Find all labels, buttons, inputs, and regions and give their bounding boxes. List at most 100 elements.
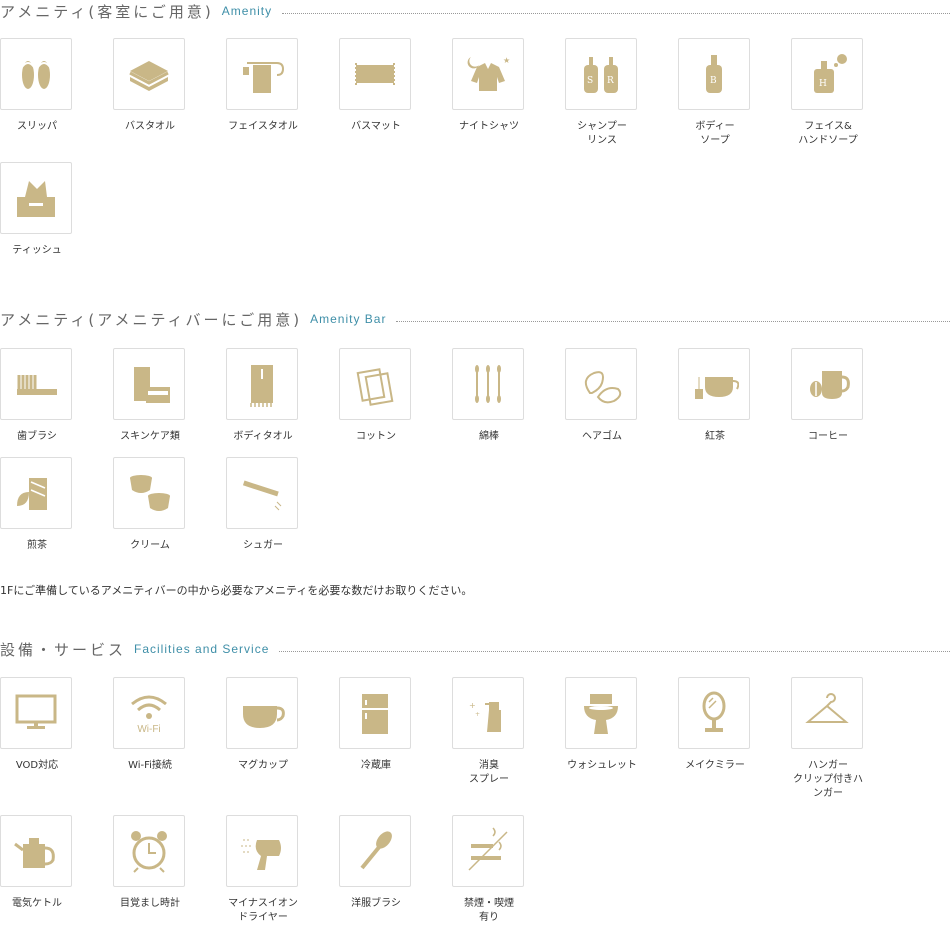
- amenity-item: スキンケア類: [113, 348, 226, 444]
- icon-box: ★: [452, 38, 524, 110]
- amenity-item: 洋服ブラシ: [339, 815, 452, 911]
- svg-text:S: S: [587, 76, 593, 86]
- item-label: ボディー ソープ: [695, 121, 735, 146]
- section-title-jp: 設備・サービス: [0, 640, 127, 659]
- icon-box: [113, 348, 185, 420]
- clothes-brush-icon: [360, 831, 392, 870]
- amenity-item: シュガー: [226, 457, 339, 553]
- item-label: 消臭 スプレー: [469, 760, 509, 785]
- amenity-item: ティッシュ: [0, 162, 113, 258]
- icon-box: [452, 348, 524, 420]
- amenity-item: メイクミラー: [678, 677, 791, 773]
- night-shirt-icon: ★: [467, 56, 510, 91]
- icon-box: [0, 815, 72, 887]
- item-label: フェイス& ハンドソープ: [798, 121, 858, 146]
- item-label: Wi-Fi接続: [128, 760, 172, 771]
- item-label: シャンプー リンス: [577, 121, 627, 146]
- svg-text:B: B: [710, 76, 717, 86]
- amenity-item: コットン: [339, 348, 452, 444]
- amenity-item: ハンガー クリップ付きハ ンガー: [791, 677, 904, 801]
- green-tea-icon: [17, 478, 47, 510]
- amenity-item: 冷蔵庫: [339, 677, 452, 773]
- section-title-en: Amenity Bar: [310, 312, 387, 326]
- item-label: 綿棒: [479, 431, 499, 442]
- section-title-en: Amenity: [221, 4, 273, 18]
- cotton-swab-icon: [475, 365, 501, 403]
- amenity-item: ウォシュレット: [565, 677, 678, 773]
- item-label: スキンケア類: [120, 431, 180, 442]
- item-label: VOD対応: [15, 760, 59, 771]
- hanger-icon: [805, 693, 849, 723]
- body-soap-icon: B: [706, 55, 722, 93]
- amenity-item: マイナスイオン ドライヤー: [226, 815, 339, 925]
- amenity-item: VOD対応: [0, 677, 113, 773]
- amenity-item: 電気ケトル: [0, 815, 113, 911]
- amenity-item: 目覚まし時計: [113, 815, 226, 911]
- icon-box: H: [791, 38, 863, 110]
- svg-text:R: R: [607, 76, 614, 86]
- item-label: 目覚まし時計: [120, 898, 180, 909]
- amenity-item: マグカップ: [226, 677, 339, 773]
- bath-towel-icon: [129, 61, 169, 91]
- mirror-icon: [702, 691, 726, 732]
- section-title-jp: アメニティ(アメニティバーにご用意): [0, 310, 303, 329]
- wifi-icon: Wi-Fi: [131, 695, 167, 735]
- icon-box: [113, 815, 185, 887]
- icon-box: [113, 457, 185, 529]
- shampoo-rinse-icon: SR: [584, 57, 618, 93]
- item-label: スリッパ: [17, 121, 57, 132]
- amenity-bar-note: 1Fにご準備しているアメニティバーの中から必要なアメニティを必要な数だけお取りく…: [0, 584, 473, 597]
- amenity-item: Wi-Fi Wi-Fi接続: [113, 677, 226, 773]
- icon-box: [0, 162, 72, 234]
- icon-box: [0, 348, 72, 420]
- item-label: マイナスイオン ドライヤー: [228, 898, 298, 923]
- body-towel-icon: [250, 365, 273, 407]
- amenity-item: ボディタオル: [226, 348, 339, 444]
- icon-box: SR: [565, 38, 637, 110]
- icon-box: [339, 348, 411, 420]
- item-label: ヘアゴム: [582, 431, 622, 442]
- svg-text:+: +: [469, 701, 476, 710]
- divider: [396, 320, 950, 322]
- icon-box: [565, 348, 637, 420]
- item-label: マグカップ: [238, 760, 288, 771]
- kettle-icon: [14, 838, 55, 868]
- skincare-icon: [134, 367, 170, 403]
- icon-box: [791, 677, 863, 749]
- icon-box: + +: [452, 677, 524, 749]
- icon-box: [678, 677, 750, 749]
- amenity-item: B ボディー ソープ: [678, 38, 791, 148]
- bath-mat-icon: [355, 63, 395, 85]
- amenity-item: S R シャンプー リンス: [565, 38, 678, 148]
- smoking-icon: [468, 827, 508, 871]
- amenity-item: スリッパ: [0, 38, 113, 134]
- section-title-amenity: アメニティ(客室にご用意) Amenity: [0, 0, 950, 22]
- icon-box: [226, 348, 298, 420]
- amenity-item: 綿棒: [452, 348, 565, 444]
- face-towel-icon: [243, 62, 285, 93]
- icon-box: [791, 348, 863, 420]
- toothbrush-icon: [17, 375, 57, 395]
- cotton-icon: [356, 368, 394, 406]
- icon-box: [226, 38, 298, 110]
- icon-box: [339, 815, 411, 887]
- item-label: 冷蔵庫: [361, 760, 391, 771]
- amenity-item: コーヒー: [791, 348, 904, 444]
- spray-icon: ++: [469, 701, 501, 732]
- coffee-icon: [810, 371, 850, 399]
- hair-dryer-icon: [241, 839, 281, 870]
- item-label: バスタオル: [125, 121, 175, 132]
- tissue-icon: [17, 181, 55, 217]
- item-label: ハンガー クリップ付きハ ンガー: [793, 760, 863, 799]
- item-label: バスマット: [351, 121, 401, 132]
- item-label: メイクミラー: [685, 760, 745, 771]
- amenity-item: H フェイス& ハンドソープ: [791, 38, 904, 148]
- item-label: フェイスタオル: [228, 121, 298, 132]
- svg-text:Wi-Fi: Wi-Fi: [137, 724, 160, 735]
- amenity-item: + + 消臭 スプレー: [452, 677, 565, 787]
- icon-box: [0, 457, 72, 529]
- amenity-item: ★ ナイトシャツ: [452, 38, 565, 134]
- creamer-icon: [130, 475, 170, 511]
- item-label: 洋服ブラシ: [351, 898, 401, 909]
- tv-icon: [15, 694, 57, 729]
